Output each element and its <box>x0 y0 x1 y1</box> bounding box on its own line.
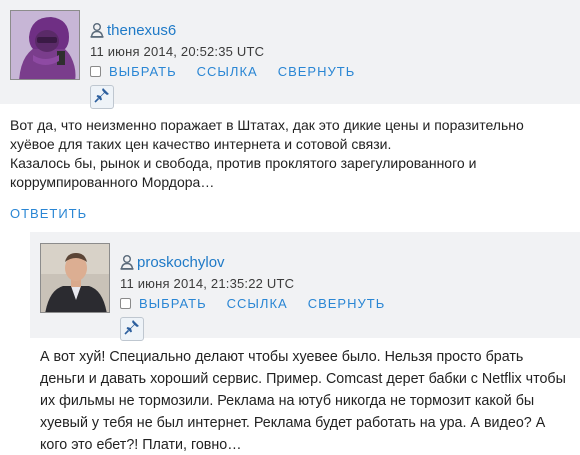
user-line: thenexus6 <box>90 20 375 40</box>
comment-actions: ВЫБРАТЬ ССЫЛКА СВЕРНУТЬ <box>90 63 375 79</box>
comment: thenexus6 11 июня 2014, 20:52:35 UTC ВЫБ… <box>0 0 580 221</box>
username-link[interactable]: proskochylov <box>137 254 225 271</box>
pushpin-icon <box>94 87 110 108</box>
pushpin-icon <box>124 319 140 340</box>
comment-header: proskochylov 11 июня 2014, 21:35:22 UTC … <box>30 232 580 341</box>
permalink-link[interactable]: ССЫЛКА <box>197 64 258 79</box>
comment-paragraph: Казалось бы, рынок и свобода, против про… <box>10 155 477 190</box>
collapse-link[interactable]: СВЕРНУТЬ <box>278 64 356 79</box>
comment-paragraph: А вот хуй! Специально делают чтобы хуеве… <box>40 349 566 453</box>
select-link[interactable]: ВЫБРАТЬ <box>139 296 207 311</box>
comment-actions: ВЫБРАТЬ ССЫЛКА СВЕРНУТЬ <box>120 295 405 311</box>
comment-body: Вот да, что неизменно поражает в Штатах,… <box>0 104 580 192</box>
comment-paragraph: Вот да, что неизменно поражает в Штатах,… <box>10 117 524 152</box>
user-icon <box>120 254 134 270</box>
user-icon <box>90 22 104 38</box>
username-link[interactable]: thenexus6 <box>107 22 176 39</box>
avatar[interactable] <box>40 243 110 313</box>
collapse-link[interactable]: СВЕРНУТЬ <box>308 296 386 311</box>
avatar[interactable] <box>10 10 80 80</box>
comment-meta: proskochylov 11 июня 2014, 21:35:22 UTC … <box>120 252 405 341</box>
comment-meta: thenexus6 11 июня 2014, 20:52:35 UTC ВЫБ… <box>90 20 375 109</box>
select-checkbox[interactable] <box>90 65 101 77</box>
reply-link[interactable]: ОТВЕТИТЬ <box>10 206 580 221</box>
pin-button[interactable] <box>90 85 114 109</box>
comment-reply: proskochylov 11 июня 2014, 21:35:22 UTC … <box>30 232 580 455</box>
comment-date: 11 июня 2014, 21:35:22 UTC <box>120 276 295 291</box>
select-link[interactable]: ВЫБРАТЬ <box>109 64 177 79</box>
pin-button[interactable] <box>120 317 144 341</box>
comment-body: А вот хуй! Специально делают чтобы хуеве… <box>30 338 580 455</box>
comment-header: thenexus6 11 июня 2014, 20:52:35 UTC ВЫБ… <box>0 0 580 109</box>
select-checkbox[interactable] <box>120 297 131 309</box>
comment-date: 11 июня 2014, 20:52:35 UTC <box>90 44 265 59</box>
permalink-link[interactable]: ССЫЛКА <box>227 296 288 311</box>
user-line: proskochylov <box>120 252 405 272</box>
